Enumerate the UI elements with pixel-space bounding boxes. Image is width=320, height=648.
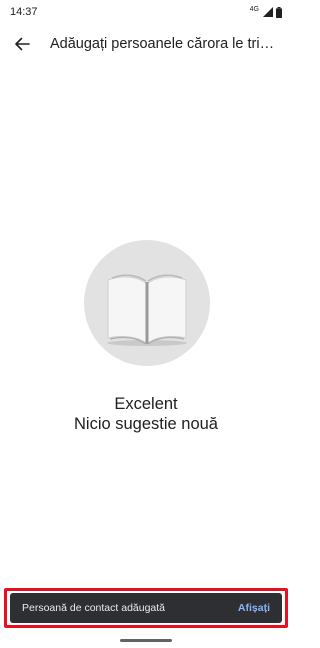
snackbar-action-button[interactable]: Afișați	[238, 602, 270, 614]
empty-state-illustration	[84, 240, 210, 366]
empty-state-subtitle: Nicio sugestie nouă	[73, 415, 218, 433]
page-title: Adăugați persoanele cărora le trimiteți	[50, 36, 280, 52]
open-book-icon	[107, 274, 187, 346]
signal-icon	[263, 7, 273, 17]
gesture-navigation-bar[interactable]	[120, 639, 172, 642]
snackbar: Persoană de contact adăugată Afișați	[10, 593, 282, 623]
app-bar: Adăugați persoanele cărora le trimiteți	[0, 24, 292, 64]
snackbar-message: Persoană de contact adăugată	[22, 602, 166, 614]
status-time: 14:37	[10, 6, 38, 18]
empty-state-title: Excelent	[114, 395, 178, 413]
arrow-back-icon	[15, 37, 30, 51]
back-button[interactable]	[2, 24, 42, 64]
status-bar: 14:37 4G	[0, 0, 292, 24]
network-type-label: 4G	[249, 5, 259, 13]
status-icons: 4G	[249, 5, 282, 18]
battery-icon	[276, 6, 282, 18]
